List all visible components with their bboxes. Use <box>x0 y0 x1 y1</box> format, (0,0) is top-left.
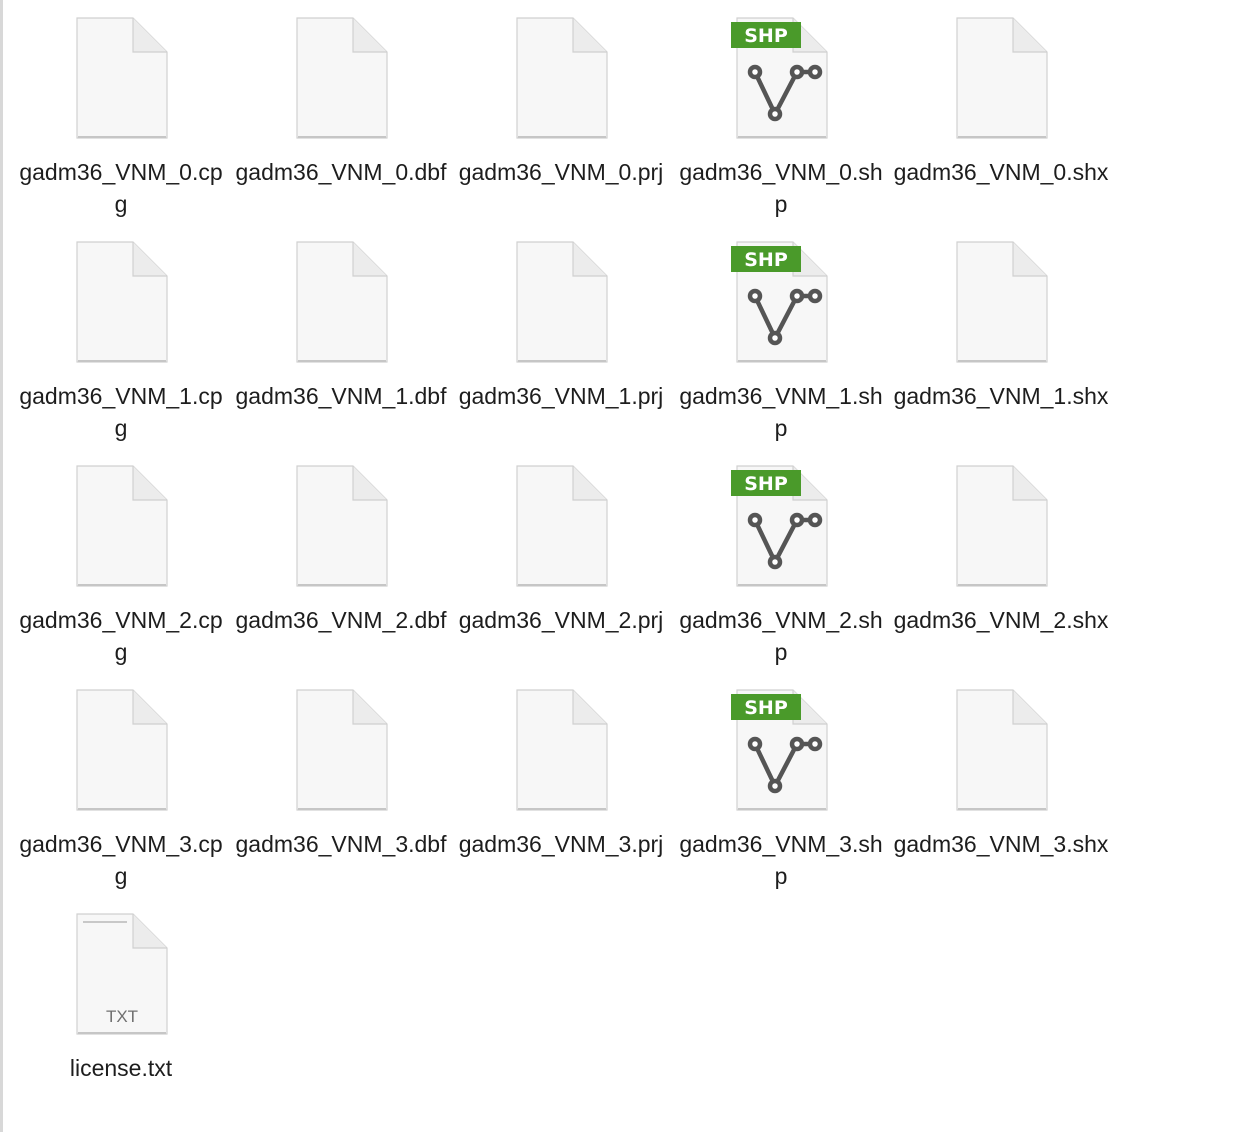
text-document-icon: TXT <box>76 913 168 1035</box>
txt-label: TXT <box>106 1007 138 1026</box>
file-icon-grid: gadm36_VNM_0.cpg gadm36_VNM_0.dbf gadm36_V… <box>11 14 1111 1132</box>
file-item[interactable]: gadm36_VNM_0.dbf <box>231 14 451 238</box>
file-name-label[interactable]: gadm36_VNM_2.cpg <box>13 604 229 668</box>
file-name-label[interactable]: gadm36_VNM_2.dbf <box>233 604 449 636</box>
file-item[interactable]: gadm36_VNM_2.cpg <box>11 462 231 686</box>
file-name-label[interactable]: gadm36_VNM_2.shx <box>893 604 1109 636</box>
file-item[interactable]: gadm36_VNM_3.shx <box>891 686 1111 910</box>
file-icon[interactable]: SHP <box>731 14 831 144</box>
blank-document-icon <box>76 689 168 811</box>
file-item[interactable]: gadm36_VNM_0.prj <box>451 14 671 238</box>
blank-document-icon <box>516 689 608 811</box>
file-name-label[interactable]: gadm36_VNM_3.shx <box>893 828 1109 860</box>
file-icon[interactable] <box>511 14 611 144</box>
file-name-label[interactable]: gadm36_VNM_1.shp <box>673 380 889 444</box>
file-name-label[interactable]: gadm36_VNM_0.cpg <box>13 156 229 220</box>
file-item[interactable]: gadm36_VNM_3.dbf <box>231 686 451 910</box>
blank-document-icon <box>956 17 1048 139</box>
file-name-label[interactable]: gadm36_VNM_1.prj <box>453 380 669 412</box>
blank-document-icon <box>296 241 388 363</box>
file-item[interactable]: TXT license.txt <box>11 910 231 1132</box>
file-icon[interactable] <box>71 238 171 368</box>
shapefile-icon: SHP <box>731 689 828 811</box>
file-name-label[interactable]: gadm36_VNM_1.dbf <box>233 380 449 412</box>
file-name-label[interactable]: license.txt <box>13 1052 229 1084</box>
file-item[interactable]: SHP gadm36_VNM_1.shp <box>671 238 891 462</box>
file-icon[interactable] <box>951 14 1051 144</box>
file-icon[interactable] <box>511 462 611 592</box>
file-item[interactable]: gadm36_VNM_1.cpg <box>11 238 231 462</box>
blank-document-icon <box>76 17 168 139</box>
file-icon[interactable]: SHP <box>731 238 831 368</box>
file-item[interactable]: gadm36_VNM_1.dbf <box>231 238 451 462</box>
file-item[interactable]: SHP gadm36_VNM_0.shp <box>671 14 891 238</box>
file-icon[interactable] <box>71 14 171 144</box>
file-name-label[interactable]: gadm36_VNM_1.shx <box>893 380 1109 412</box>
file-icon[interactable] <box>71 462 171 592</box>
file-item[interactable]: gadm36_VNM_2.prj <box>451 462 671 686</box>
file-icon[interactable] <box>951 686 1051 816</box>
shp-badge-label: SHP <box>744 249 788 271</box>
shp-badge-label: SHP <box>744 697 788 719</box>
sidebar-divider <box>0 0 3 1132</box>
shapefile-icon: SHP <box>731 17 828 139</box>
file-icon[interactable] <box>511 686 611 816</box>
file-item[interactable]: gadm36_VNM_2.dbf <box>231 462 451 686</box>
file-item[interactable]: gadm36_VNM_0.cpg <box>11 14 231 238</box>
finder-window: gadm36_VNM_0.cpg gadm36_VNM_0.dbf gadm36_V… <box>0 0 1234 1132</box>
file-name-label[interactable]: gadm36_VNM_1.cpg <box>13 380 229 444</box>
file-name-label[interactable]: gadm36_VNM_2.shp <box>673 604 889 668</box>
file-icon[interactable] <box>511 238 611 368</box>
file-name-label[interactable]: gadm36_VNM_3.dbf <box>233 828 449 860</box>
file-name-label[interactable]: gadm36_VNM_0.dbf <box>233 156 449 188</box>
file-icon[interactable] <box>951 462 1051 592</box>
file-item[interactable]: gadm36_VNM_1.shx <box>891 238 1111 462</box>
file-name-label[interactable]: gadm36_VNM_0.prj <box>453 156 669 188</box>
file-icon[interactable]: TXT <box>71 910 171 1040</box>
blank-document-icon <box>516 17 608 139</box>
file-item[interactable]: SHP gadm36_VNM_3.shp <box>671 686 891 910</box>
file-icon[interactable] <box>951 238 1051 368</box>
file-icon[interactable] <box>291 462 391 592</box>
blank-document-icon <box>956 241 1048 363</box>
shp-badge-label: SHP <box>744 473 788 495</box>
blank-document-icon <box>76 465 168 587</box>
file-item[interactable]: gadm36_VNM_1.prj <box>451 238 671 462</box>
file-icon[interactable]: SHP <box>731 462 831 592</box>
file-icon[interactable]: SHP <box>731 686 831 816</box>
blank-document-icon <box>296 17 388 139</box>
file-name-label[interactable]: gadm36_VNM_0.shx <box>893 156 1109 188</box>
file-item[interactable]: gadm36_VNM_0.shx <box>891 14 1111 238</box>
blank-document-icon <box>956 689 1048 811</box>
file-name-label[interactable]: gadm36_VNM_3.shp <box>673 828 889 892</box>
shapefile-icon: SHP <box>731 465 828 587</box>
file-icon[interactable] <box>291 686 391 816</box>
file-item[interactable]: gadm36_VNM_2.shx <box>891 462 1111 686</box>
file-item[interactable]: SHP gadm36_VNM_2.shp <box>671 462 891 686</box>
file-name-label[interactable]: gadm36_VNM_3.cpg <box>13 828 229 892</box>
blank-document-icon <box>296 465 388 587</box>
file-item[interactable]: gadm36_VNM_3.prj <box>451 686 671 910</box>
file-name-label[interactable]: gadm36_VNM_2.prj <box>453 604 669 636</box>
blank-document-icon <box>76 241 168 363</box>
file-name-label[interactable]: gadm36_VNM_0.shp <box>673 156 889 220</box>
file-name-label[interactable]: gadm36_VNM_3.prj <box>453 828 669 860</box>
blank-document-icon <box>516 241 608 363</box>
shapefile-icon: SHP <box>731 241 828 363</box>
file-icon[interactable] <box>291 14 391 144</box>
file-icon[interactable] <box>291 238 391 368</box>
shp-badge-label: SHP <box>744 25 788 47</box>
blank-document-icon <box>516 465 608 587</box>
file-icon[interactable] <box>71 686 171 816</box>
blank-document-icon <box>956 465 1048 587</box>
blank-document-icon <box>296 689 388 811</box>
file-item[interactable]: gadm36_VNM_3.cpg <box>11 686 231 910</box>
